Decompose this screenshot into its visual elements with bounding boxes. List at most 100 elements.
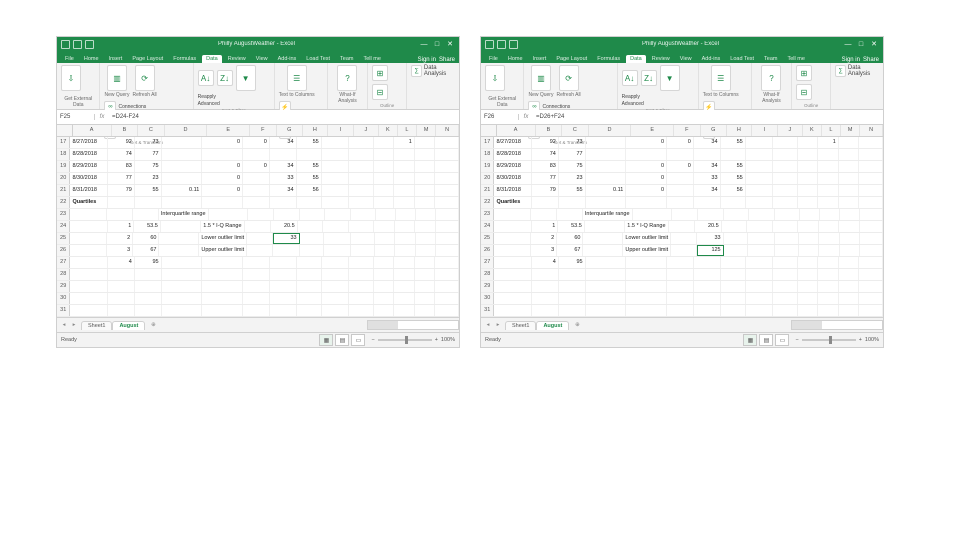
cell[interactable]: Quartiles	[70, 197, 108, 208]
cell[interactable]: 74	[532, 149, 559, 160]
table-row[interactable]: 178/27/201892730034551	[57, 137, 459, 149]
cell[interactable]: 75	[559, 161, 586, 172]
sheet-nav-next-icon[interactable]: ▸	[70, 322, 78, 328]
cell[interactable]	[159, 245, 199, 256]
cell[interactable]: 1	[532, 221, 559, 232]
cell[interactable]	[818, 149, 839, 160]
cell[interactable]: 1.5 * I-Q Range	[201, 221, 244, 232]
cell[interactable]	[374, 269, 395, 280]
sheet-tab-august[interactable]: August	[112, 321, 145, 330]
cell[interactable]	[671, 233, 697, 244]
refresh-all-icon[interactable]: ⟳	[559, 65, 579, 91]
cell[interactable]	[559, 293, 586, 304]
cell[interactable]	[839, 185, 860, 196]
cell[interactable]	[840, 209, 860, 220]
normal-view-icon[interactable]: ▦	[743, 334, 757, 346]
cell[interactable]	[374, 197, 395, 208]
cell[interactable]: 0	[202, 185, 243, 196]
cell[interactable]	[494, 305, 532, 316]
cell[interactable]: 56	[297, 185, 322, 196]
cell[interactable]: 1.5 * I-Q Range	[625, 221, 668, 232]
cell[interactable]: 33	[270, 173, 297, 184]
cell[interactable]	[859, 257, 883, 268]
cell[interactable]: 77	[108, 173, 135, 184]
tab-add-ins[interactable]: Add-ins	[274, 55, 301, 63]
cell[interactable]	[325, 209, 351, 220]
cell[interactable]	[351, 233, 376, 244]
cell[interactable]	[70, 293, 108, 304]
cell[interactable]	[819, 245, 839, 256]
cell[interactable]	[415, 305, 436, 316]
worksheet-grid[interactable]: ABCDEFGHIJKLMN178/27/201892730034551188/…	[57, 125, 459, 317]
cell[interactable]	[70, 221, 107, 232]
cell[interactable]	[746, 197, 773, 208]
cell[interactable]	[860, 209, 883, 220]
cell[interactable]	[626, 305, 667, 316]
cell[interactable]: 0.11	[162, 185, 203, 196]
cell[interactable]	[586, 257, 627, 268]
table-row[interactable]: 30	[481, 293, 883, 305]
cell[interactable]	[532, 293, 559, 304]
cell[interactable]	[721, 149, 746, 160]
tab-formulas[interactable]: Formulas	[169, 55, 200, 63]
cell[interactable]	[798, 257, 819, 268]
undo-icon[interactable]	[497, 40, 506, 49]
cell[interactable]: 23	[135, 173, 162, 184]
normal-view-icon[interactable]: ▦	[319, 334, 333, 346]
cell[interactable]	[436, 233, 459, 244]
zoom-slider[interactable]	[802, 339, 856, 341]
redo-icon[interactable]	[85, 40, 94, 49]
cell[interactable]: 34	[694, 161, 721, 172]
cell[interactable]	[721, 305, 746, 316]
cell[interactable]	[394, 161, 415, 172]
col-header-L[interactable]: L	[822, 125, 841, 136]
cell[interactable]	[586, 197, 627, 208]
cell[interactable]	[322, 269, 349, 280]
cell[interactable]	[395, 221, 415, 232]
rows-area[interactable]: 178/27/201892730034551188/28/20187477198…	[481, 137, 883, 317]
tab-insert[interactable]: Insert	[105, 55, 127, 63]
cell[interactable]: Lower outlier limit	[199, 233, 247, 244]
cell[interactable]	[243, 269, 270, 280]
cell[interactable]	[626, 197, 667, 208]
cell[interactable]	[559, 305, 586, 316]
minimize-icon[interactable]: —	[843, 40, 853, 48]
cell[interactable]	[322, 257, 349, 268]
cell[interactable]: 77	[135, 149, 162, 160]
cell[interactable]	[436, 209, 459, 220]
cell[interactable]	[243, 173, 270, 184]
cell[interactable]	[773, 293, 798, 304]
cell[interactable]	[351, 209, 376, 220]
cell[interactable]	[839, 305, 860, 316]
horizontal-scrollbar[interactable]	[367, 320, 459, 330]
row-header[interactable]: 28	[481, 269, 494, 280]
cell[interactable]: Interquartile range	[583, 209, 633, 220]
col-header-K[interactable]: K	[803, 125, 822, 136]
cell[interactable]	[860, 245, 883, 256]
col-header-A[interactable]: A	[497, 125, 536, 136]
whatif-icon[interactable]: ?	[337, 65, 357, 91]
column-headers[interactable]: ABCDEFGHIJKLMN	[57, 125, 459, 137]
table-row[interactable]: 31	[481, 305, 883, 317]
cell[interactable]	[243, 149, 270, 160]
cell[interactable]	[243, 281, 270, 292]
get-external-data-icon[interactable]: ⇩	[61, 65, 81, 91]
cell[interactable]	[435, 173, 459, 184]
cell[interactable]	[839, 269, 860, 280]
cell[interactable]	[300, 233, 325, 244]
redo-icon[interactable]	[509, 40, 518, 49]
quick-access-toolbar[interactable]	[61, 40, 94, 49]
cell[interactable]	[374, 185, 395, 196]
cell[interactable]	[435, 305, 459, 316]
cell[interactable]	[297, 269, 322, 280]
cell[interactable]	[667, 149, 694, 160]
cell[interactable]: 2	[107, 233, 133, 244]
cell[interactable]: 95	[135, 257, 162, 268]
cell[interactable]	[860, 221, 883, 232]
cell[interactable]	[415, 161, 436, 172]
cell[interactable]	[322, 281, 349, 292]
data-analysis-button[interactable]: ∑Data Analysis	[411, 65, 455, 77]
cell[interactable]	[818, 305, 839, 316]
cell[interactable]: 8/29/2018	[70, 161, 108, 172]
zoom-control[interactable]: −+100%	[371, 337, 455, 343]
